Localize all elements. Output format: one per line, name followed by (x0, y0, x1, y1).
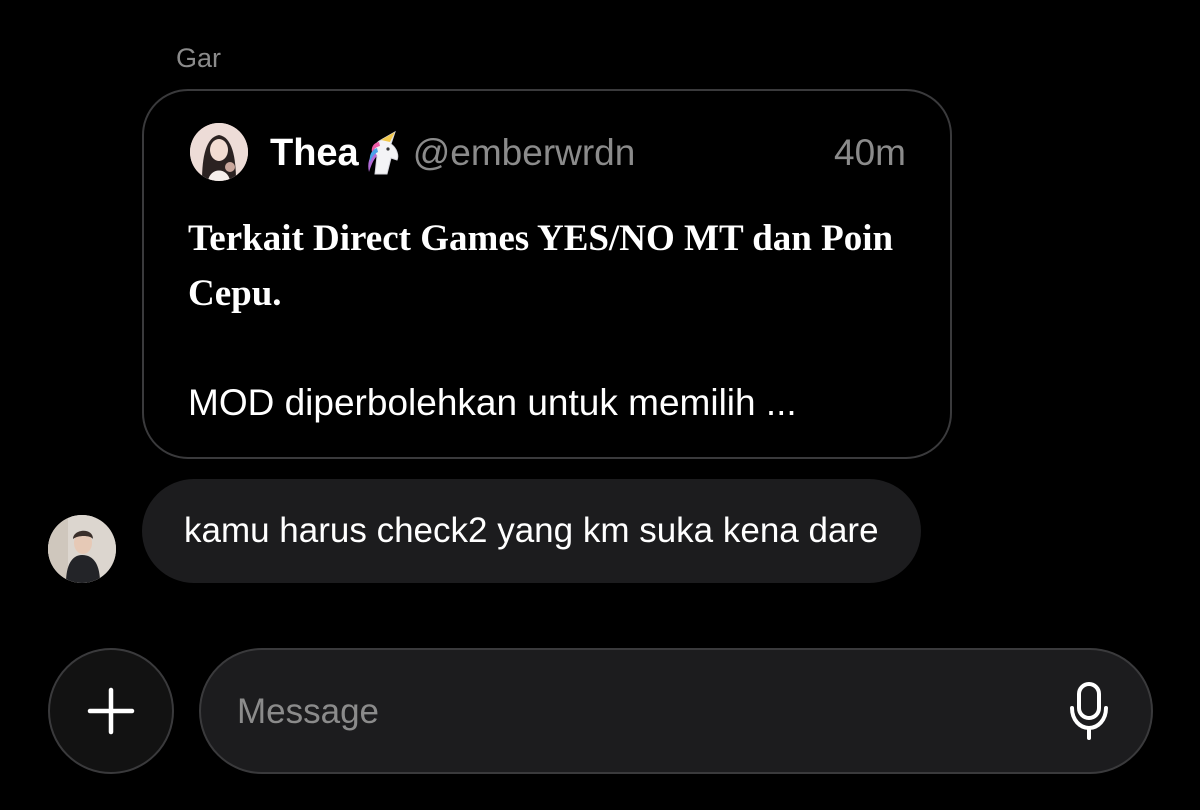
message-bubble[interactable]: kamu harus check2 yang km suka kena dare (142, 479, 921, 583)
message-composer[interactable] (199, 648, 1153, 774)
voice-message-button[interactable] (1059, 680, 1119, 742)
add-attachment-button[interactable] (48, 648, 174, 774)
sender-avatar[interactable] (48, 515, 116, 583)
message-input[interactable] (235, 680, 1019, 744)
message-text: kamu harus check2 yang km suka kena dare (184, 511, 879, 550)
microphone-icon (1070, 682, 1108, 740)
quoted-author-avatar (190, 123, 248, 181)
quoted-author-handle: @emberwrdn (412, 132, 636, 173)
plus-icon (87, 687, 135, 735)
quoted-post-time: 40m (834, 132, 906, 173)
sender-name: Gar (176, 43, 222, 73)
quoted-post-title: Terkait Direct Games YES/NO MT dan Poin … (188, 218, 894, 314)
quoted-post-card[interactable]: Thea @emberwrdn 40m Terkait Direct Games… (142, 89, 952, 459)
unicorn-icon (361, 130, 407, 176)
quoted-author-name: Thea (270, 131, 359, 174)
quoted-post-body: MOD diperbolehkan untuk memilih ... (188, 382, 797, 423)
quoted-post-header: Thea @emberwrdn (270, 127, 635, 179)
